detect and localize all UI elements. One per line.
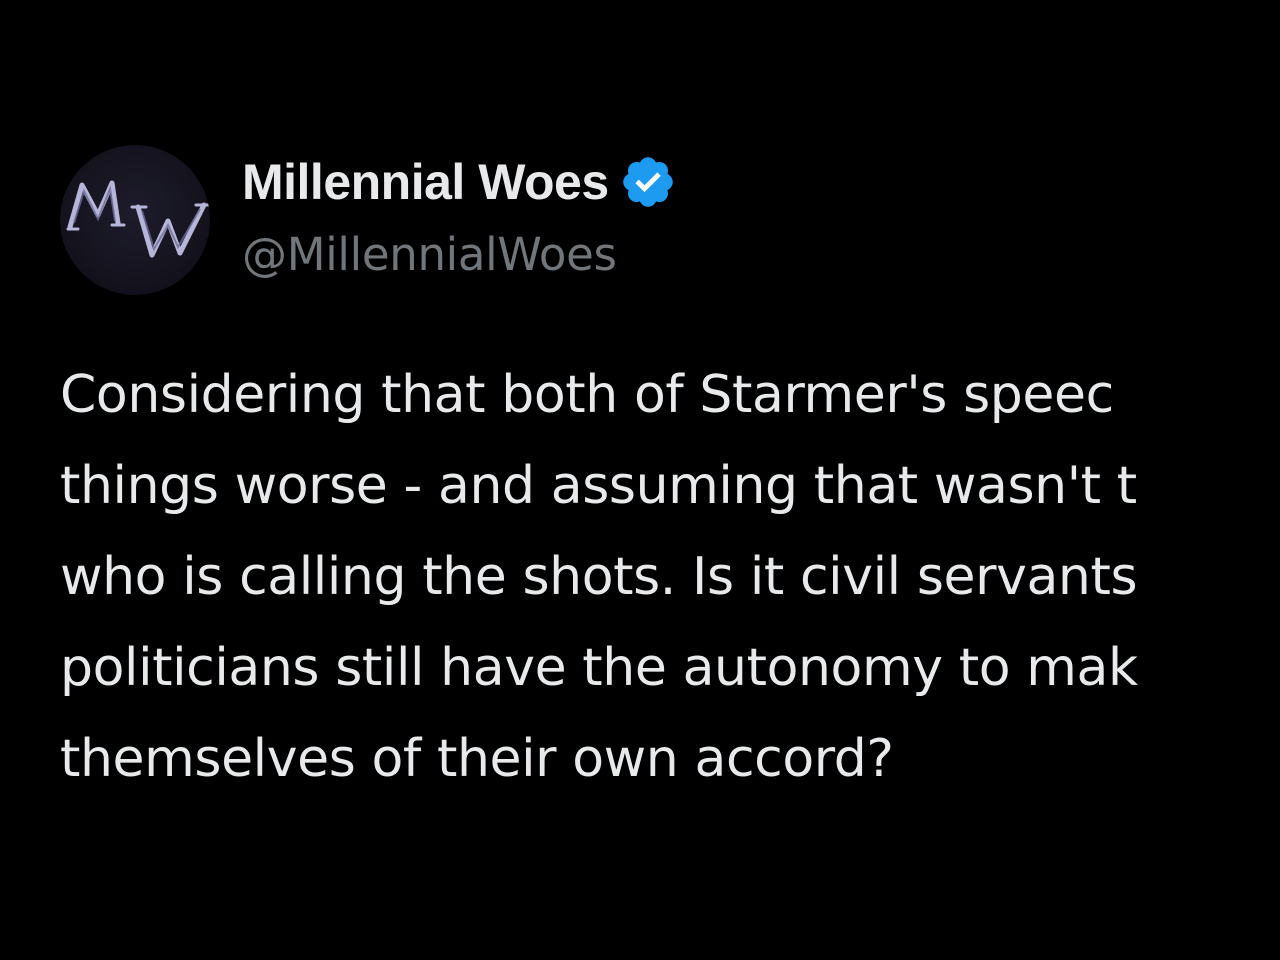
tweet-text-line: themselves of their own accord? bbox=[60, 729, 894, 789]
tweet-card: Millennial Woes @MillennialWoes Consider… bbox=[0, 0, 1280, 960]
tweet-text-line: things worse - and assuming that wasn't … bbox=[60, 456, 1137, 516]
avatar[interactable] bbox=[60, 145, 210, 295]
tweet-text: Considering that both of Starmer's speec… bbox=[60, 350, 1280, 810]
author-handle[interactable]: @MillennialWoes bbox=[242, 228, 617, 281]
avatar-monogram-image bbox=[66, 180, 210, 258]
tweet-text-line: Considering that both of Starmer's speec bbox=[60, 365, 1114, 425]
tweet-text-line: who is calling the shots. Is it civil se… bbox=[60, 547, 1138, 607]
author-name-row: Millennial Woes bbox=[242, 150, 677, 214]
author-display-name[interactable]: Millennial Woes bbox=[242, 153, 609, 211]
tweet-text-line: politicians still have the autonomy to m… bbox=[60, 638, 1138, 698]
verified-badge-icon bbox=[619, 153, 677, 211]
